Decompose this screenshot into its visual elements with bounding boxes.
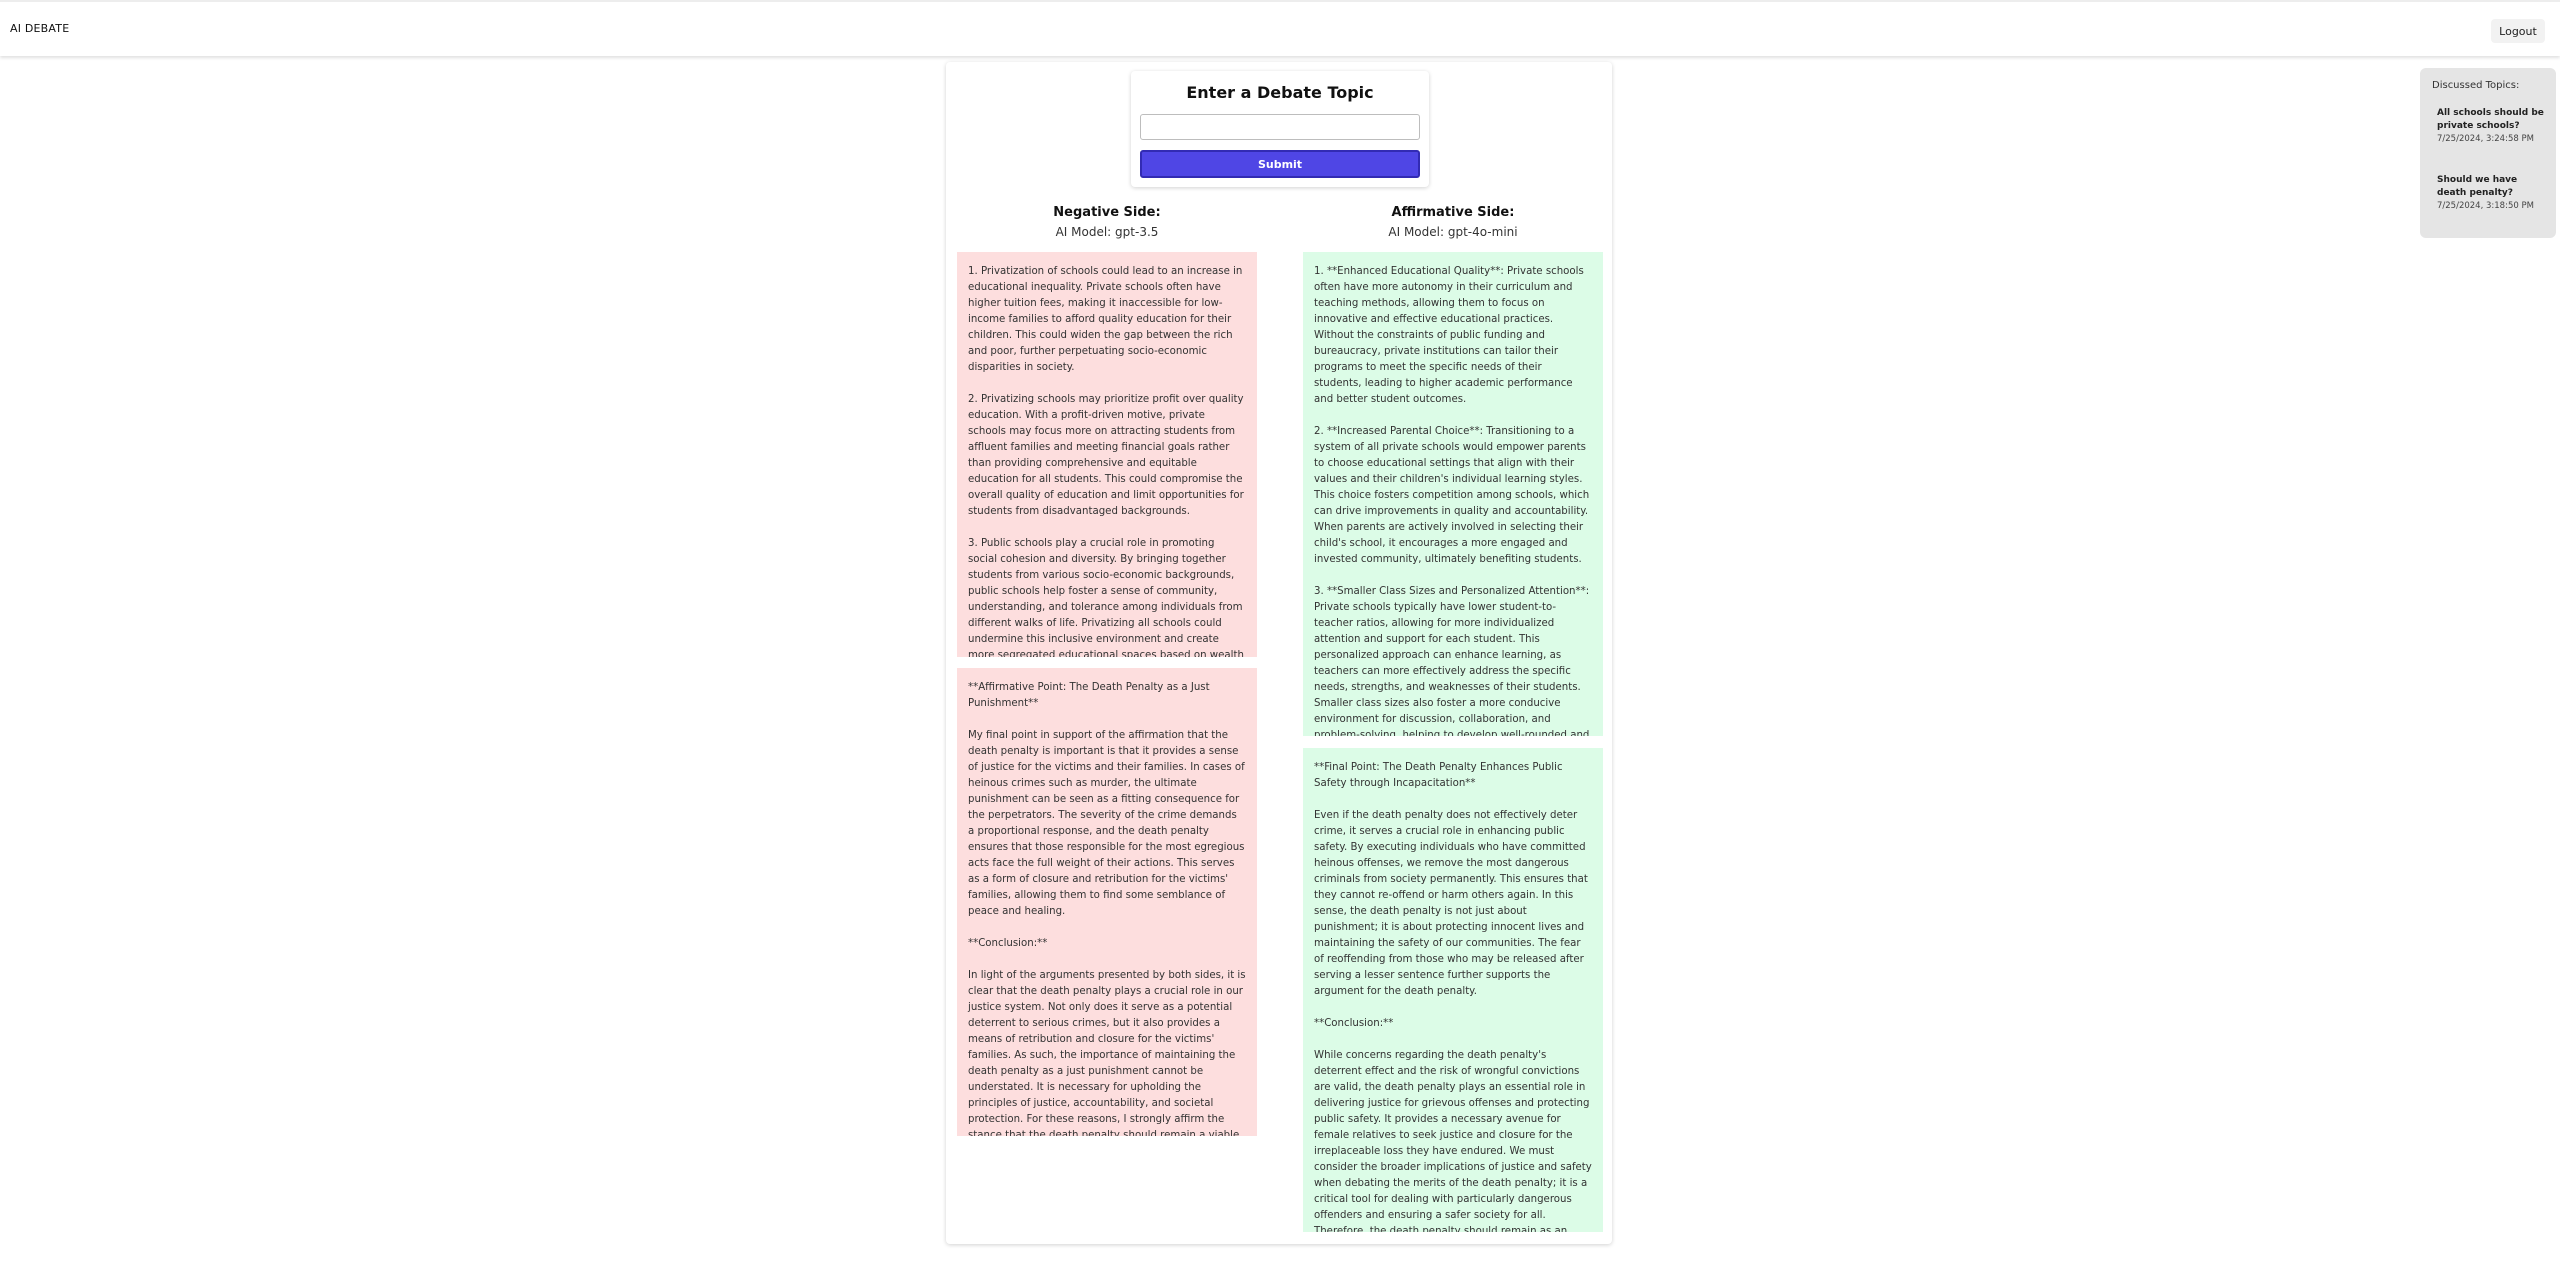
discussed-topic-title: All schools should be private schools? [2437,108,2544,131]
negative-argument-2: **Affirmative Point: The Death Penalty a… [957,668,1257,1136]
discussed-topic-item[interactable]: All schools should be private schools? 7… [2437,107,2549,145]
discussed-topic-date: 7/25/2024, 3:24:58 PM [2437,134,2534,144]
affirmative-argument-2: **Final Point: The Death Penalty Enhance… [1303,748,1603,1232]
discussed-topic-title: Should we have death penalty? [2437,175,2518,198]
discussed-topic-date: 7/25/2024, 3:18:50 PM [2437,201,2534,211]
topic-form: Enter a Debate Topic Submit [1131,71,1429,187]
negative-argument-1: 1. Privatization of schools could lead t… [957,252,1257,657]
topic-input[interactable] [1140,114,1420,140]
negative-side-heading: Negative Side: [1053,205,1161,220]
discussed-topics-panel: Discussed Topics: All schools should be … [2420,68,2556,238]
top-navbar: AI DEBATE Logout [0,0,2560,56]
discussed-topic-item[interactable]: Should we have death penalty? 7/25/2024,… [2437,174,2549,212]
discussed-topics-header: Discussed Topics: [2432,80,2520,91]
affirmative-model-label: AI Model: gpt-4o-mini [1388,225,1518,239]
affirmative-side-heading: Affirmative Side: [1391,205,1515,220]
submit-button[interactable]: Submit [1140,150,1420,178]
affirmative-argument-1: 1. **Enhanced Educational Quality**: Pri… [1303,252,1603,736]
logout-button[interactable]: Logout [2491,19,2545,43]
app-brand: AI DEBATE [10,22,70,35]
negative-model-label: AI Model: gpt-3.5 [1055,225,1159,239]
topic-form-title: Enter a Debate Topic [1186,83,1374,102]
